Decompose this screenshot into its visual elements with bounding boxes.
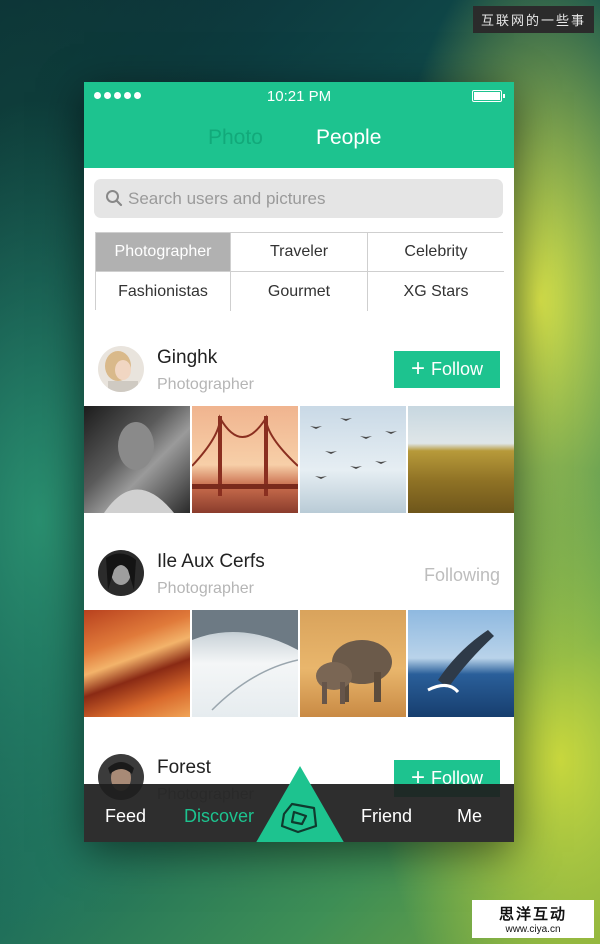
user-card-ginghk: Ginghk Photographer + Follow [84, 334, 514, 406]
photo-thumbnail[interactable] [84, 406, 190, 513]
category-xg-stars[interactable]: XG Stars [368, 272, 504, 311]
photo-thumbnail[interactable] [408, 406, 514, 513]
watermark-bottom-title: 思洋互动 [498, 906, 567, 923]
user-name[interactable]: Forest [157, 757, 211, 779]
follow-button[interactable]: + Follow [394, 351, 500, 388]
search-input[interactable] [128, 179, 488, 218]
top-tabs: Photo People [84, 126, 514, 158]
photo-thumbnail[interactable] [192, 610, 298, 717]
tab-me[interactable]: Me [457, 806, 482, 827]
watermark-top: 互联网的一些事 [472, 6, 594, 33]
header: 10:21 PM Photo People [84, 82, 514, 168]
photo-thumbnail[interactable] [192, 406, 298, 513]
user-role: Photographer [157, 580, 254, 597]
tab-friend[interactable]: Friend [361, 806, 412, 827]
user-name[interactable]: Ginghk [157, 347, 217, 369]
avatar[interactable] [98, 346, 144, 392]
user-card-ile-aux-cerfs: Ile Aux Cerfs Photographer Following [84, 538, 514, 610]
category-gourmet[interactable]: Gourmet [231, 272, 368, 311]
category-photographer[interactable]: Photographer [96, 233, 231, 272]
photo-strip-ginghk [84, 406, 514, 513]
avatar[interactable] [98, 550, 144, 596]
search-bar[interactable] [94, 179, 503, 218]
watermark-bottom-url: www.ciya.cn [505, 924, 561, 935]
photo-strip-ile-aux-cerfs [84, 610, 514, 717]
category-grid: Photographer Traveler Celebrity Fashioni… [95, 232, 504, 311]
plus-icon: + [410, 354, 425, 382]
category-fashionistas[interactable]: Fashionistas [96, 272, 231, 311]
follow-button-label: Follow [431, 359, 484, 379]
status-time: 10:21 PM [266, 88, 332, 105]
user-role: Photographer [157, 376, 254, 393]
following-status[interactable]: Following [424, 565, 500, 586]
status-bar: 10:21 PM [84, 82, 514, 110]
search-icon [106, 190, 123, 207]
tab-discover[interactable]: Discover [184, 806, 254, 827]
battery-icon [472, 90, 505, 102]
photo-thumbnail[interactable] [84, 610, 190, 717]
category-celebrity[interactable]: Celebrity [368, 233, 504, 272]
category-traveler[interactable]: Traveler [231, 233, 368, 272]
phone-screen: 10:21 PM Photo People Photographer Trave… [84, 82, 514, 842]
watermark-bottom: 思洋互动 www.ciya.cn [472, 900, 594, 938]
camera-button[interactable] [254, 766, 346, 842]
tab-people[interactable]: People [316, 126, 381, 150]
tab-photo[interactable]: Photo [208, 126, 263, 150]
photo-thumbnail[interactable] [300, 610, 406, 717]
user-name[interactable]: Ile Aux Cerfs [157, 551, 265, 573]
photo-thumbnail[interactable] [300, 406, 406, 513]
tab-feed[interactable]: Feed [105, 806, 146, 827]
photo-thumbnail[interactable] [408, 610, 514, 717]
